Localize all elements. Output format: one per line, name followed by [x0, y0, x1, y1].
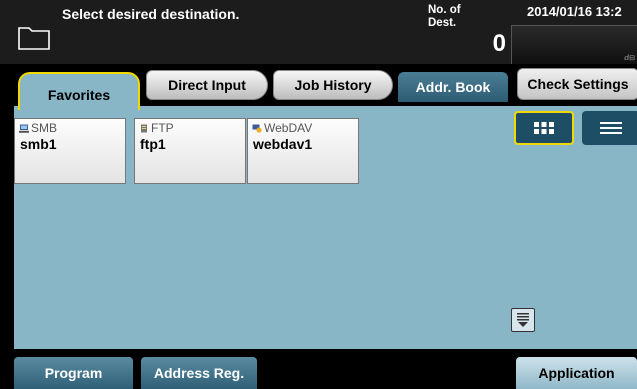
- screen: Select desired destination. No. of Dest.…: [0, 0, 637, 389]
- grid-view-icon: [534, 122, 554, 134]
- status-indicator-icon: ⅆ⊟: [624, 55, 635, 62]
- destination-card-ftp[interactable]: FTP ftp1: [134, 118, 246, 184]
- dest-count-label: No. of Dest.: [428, 4, 461, 29]
- tab-direct-input[interactable]: Direct Input: [146, 70, 268, 100]
- check-settings-button[interactable]: Check Settings: [517, 68, 637, 100]
- list-view-icon: [600, 122, 622, 134]
- footer-bar: Program Address Reg. Application: [0, 349, 637, 389]
- dest-count-value: 0: [492, 30, 506, 57]
- application-button[interactable]: Application: [516, 357, 637, 389]
- destination-card-webdav[interactable]: WebDAV webdav1: [247, 118, 359, 184]
- program-button[interactable]: Program: [14, 357, 133, 389]
- thumbnail-view-button[interactable]: [514, 111, 574, 145]
- card-type: FTP: [139, 121, 174, 135]
- card-type-label: WebDAV: [264, 121, 313, 135]
- tab-addr-book[interactable]: Addr. Book: [398, 72, 508, 102]
- address-reg-button[interactable]: Address Reg.: [141, 357, 257, 389]
- card-name: ftp1: [140, 136, 166, 152]
- scroll-down-button[interactable]: [511, 308, 535, 332]
- ftp-server-icon: [141, 124, 147, 132]
- webdav-icon: [252, 124, 262, 133]
- card-name: smb1: [20, 136, 57, 152]
- card-name: webdav1: [253, 136, 313, 152]
- tab-job-history[interactable]: Job History: [273, 70, 393, 100]
- smb-computer-icon: [19, 124, 29, 133]
- card-type-label: FTP: [151, 121, 174, 135]
- folder-icon: [18, 27, 50, 50]
- datetime-display: 2014/01/16 13:2: [527, 4, 622, 19]
- status-area: ⅆ⊟: [511, 25, 637, 64]
- header-bar: Select desired destination. No. of Dest.…: [0, 0, 637, 64]
- scroll-down-icon: [517, 313, 529, 327]
- destination-panel: SMB smb1 FTP ftp1 WebDAV webdav1: [14, 106, 637, 349]
- card-type: WebDAV: [252, 121, 312, 135]
- card-type-label: SMB: [31, 121, 58, 135]
- card-type: SMB: [19, 121, 57, 135]
- list-view-button[interactable]: [582, 111, 637, 145]
- destination-card-smb[interactable]: SMB smb1: [14, 118, 126, 184]
- tab-bar: Favorites Direct Input Job History Addr.…: [0, 64, 637, 110]
- tab-favorites[interactable]: Favorites: [18, 72, 140, 110]
- instruction-message: Select desired destination.: [62, 6, 240, 22]
